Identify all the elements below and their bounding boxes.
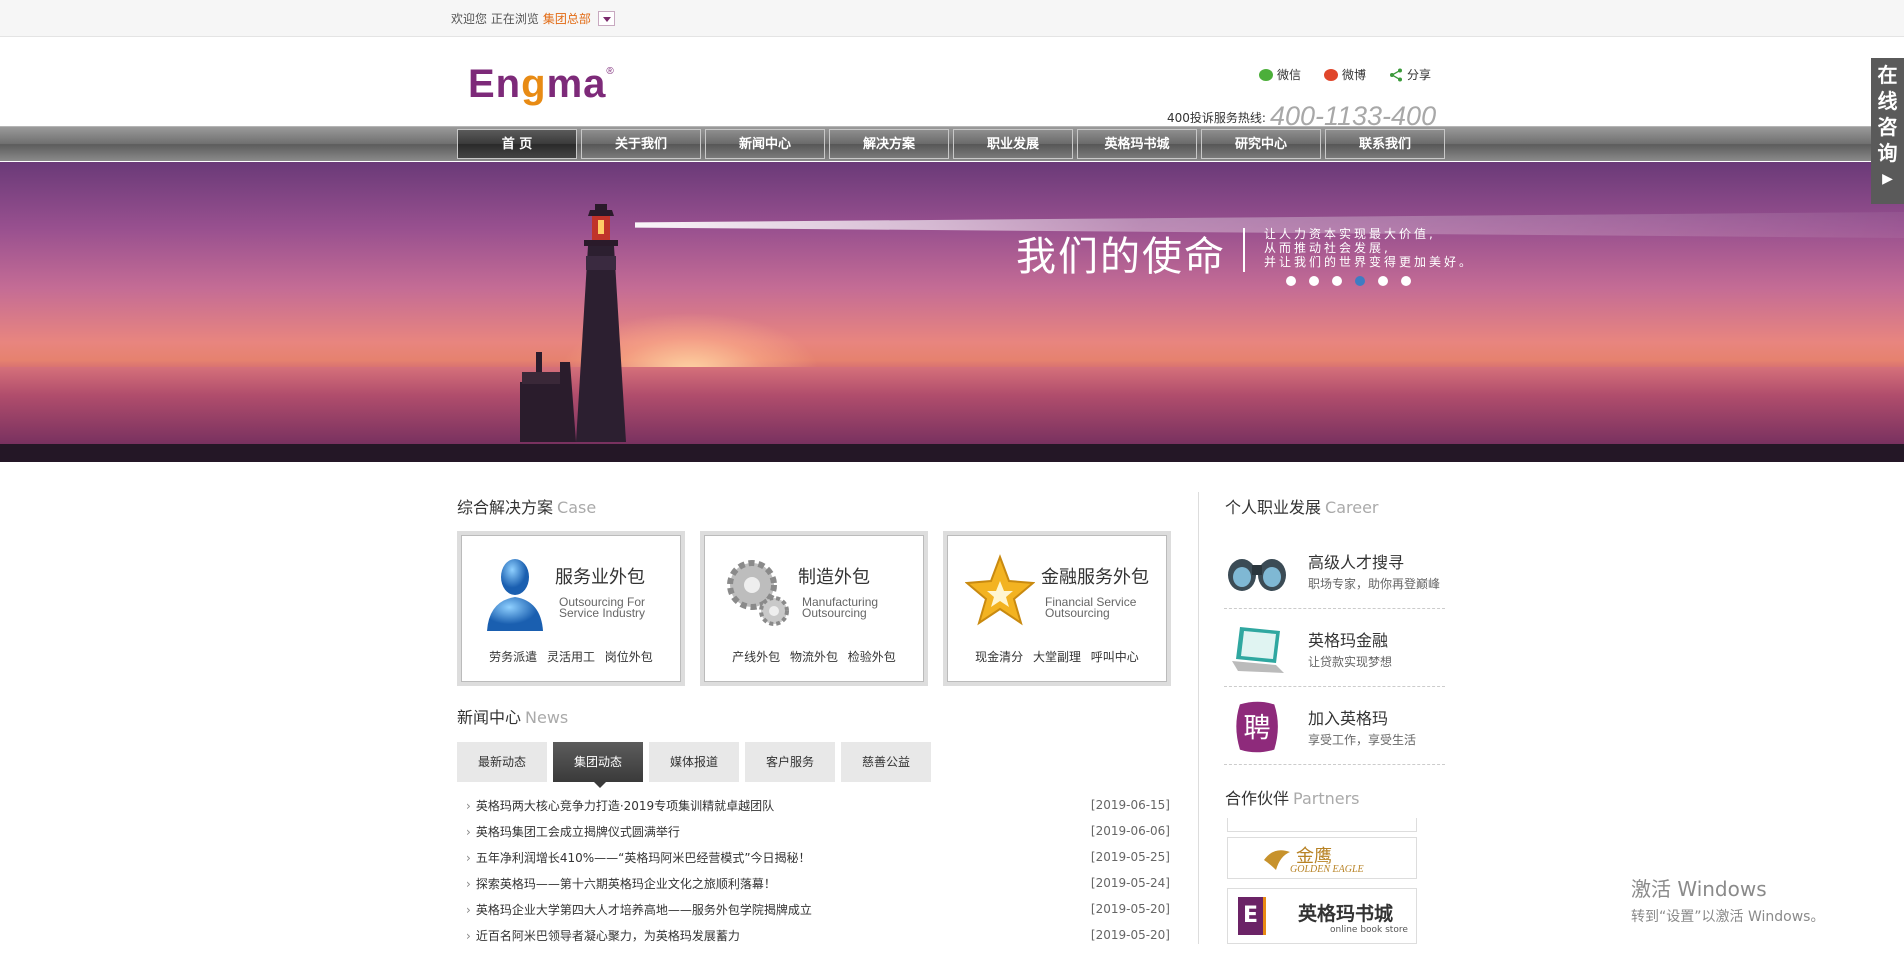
main-nav: 首 页 关于我们 新闻中心 解决方案 职业发展 英格玛书城 研究中心 联系我们 bbox=[0, 126, 1904, 161]
case-card-service[interactable]: 服务业外包 Outsourcing For Service Industry 劳务… bbox=[457, 531, 685, 686]
online-consult-button[interactable]: 在线咨询 ▶ bbox=[1871, 58, 1904, 204]
news-item[interactable]: 英格玛集团工会成立揭牌仪式圆满举行[2019-06-06] bbox=[466, 818, 1170, 844]
tab-customer[interactable]: 客户服务 bbox=[745, 742, 835, 782]
news-section-title: 新闻中心 News bbox=[457, 708, 569, 727]
nav-bookstore[interactable]: 英格玛书城 bbox=[1077, 129, 1197, 159]
slide-dot[interactable] bbox=[1332, 276, 1342, 286]
partner-bookstore[interactable]: E 英格玛书城 online book store bbox=[1227, 888, 1417, 944]
slide-dot-active[interactable] bbox=[1355, 276, 1365, 286]
slide-dot[interactable] bbox=[1378, 276, 1388, 286]
partner-golden-eagle[interactable]: 金鹰 GOLDEN EAGLE bbox=[1227, 837, 1417, 879]
share-link[interactable]: 分享 bbox=[1389, 66, 1431, 83]
hero-banner[interactable] bbox=[0, 162, 1904, 462]
site-dropdown-button[interactable] bbox=[597, 11, 615, 26]
tab-group[interactable]: 集团动态 bbox=[553, 742, 643, 788]
person-icon bbox=[487, 559, 543, 631]
news-item[interactable]: 英格玛两大核心竞争力打造·2019专项集训精就卓越团队[2019-06-15] bbox=[466, 792, 1170, 818]
engma-logo[interactable]: Engma® bbox=[468, 62, 615, 107]
recruit-seal-icon: 聘 bbox=[1236, 701, 1278, 753]
news-tabs: 最新动态 集团动态 媒体报道 客户服务 慈善公益 bbox=[457, 742, 931, 788]
career-item-join[interactable]: 聘 加入英格玛 享受工作，享受生活 bbox=[1224, 687, 1445, 765]
top-bar: 欢迎您 正在浏览 集团总部 bbox=[0, 0, 1904, 37]
bookstore-logo-icon: E bbox=[1238, 897, 1266, 935]
current-site-link[interactable]: 集团总部 bbox=[543, 10, 591, 27]
mission-subtitle: 让人力资本实现最大价值, 从而推动社会发展, 并让我们的世界变得更加美好。 bbox=[1264, 227, 1475, 269]
tab-latest[interactable]: 最新动态 bbox=[457, 742, 547, 782]
slide-dot[interactable] bbox=[1309, 276, 1319, 286]
svg-text:聘: 聘 bbox=[1244, 713, 1271, 744]
career-item-finance[interactable]: 英格玛金融 让贷款实现梦想 bbox=[1224, 609, 1445, 687]
nav-solutions[interactable]: 解决方案 bbox=[829, 129, 949, 159]
nav-contact[interactable]: 联系我们 bbox=[1325, 129, 1445, 159]
gears-icon bbox=[727, 560, 789, 626]
binoculars-icon bbox=[1228, 559, 1286, 591]
partners-section-title: 合作伙伴 Partners bbox=[1225, 789, 1360, 808]
partner-logo-partial[interactable] bbox=[1227, 818, 1417, 832]
news-item[interactable]: 近百名阿米巴领导者凝心聚力，为英格玛发展蓄力[2019-05-20] bbox=[466, 922, 1170, 948]
nav-career[interactable]: 职业发展 bbox=[953, 129, 1073, 159]
star-icon bbox=[965, 554, 1035, 626]
mission-title: 我们的使命 bbox=[1016, 234, 1226, 280]
nav-research[interactable]: 研究中心 bbox=[1201, 129, 1321, 159]
news-list: 英格玛两大核心竞争力打造·2019专项集训精就卓越团队[2019-06-15] … bbox=[466, 792, 1170, 948]
welcome-text: 欢迎您 正在浏览 bbox=[451, 12, 539, 26]
wechat-link[interactable]: 微信 bbox=[1259, 66, 1301, 83]
case-card-finance[interactable]: 金融服务外包 Financial Service Outsourcing 现金清分… bbox=[943, 531, 1171, 686]
laptop-icon bbox=[1232, 627, 1284, 673]
career-item-headhunting[interactable]: 高级人才搜寻 职场专家，助你再登巅峰 bbox=[1224, 531, 1445, 609]
weibo-link[interactable]: 微博 bbox=[1324, 66, 1366, 83]
wechat-icon bbox=[1259, 68, 1273, 81]
news-item[interactable]: 英格玛企业大学第四大人才培养高地——服务外包学院揭牌成立[2019-05-20] bbox=[466, 896, 1170, 922]
case-card-manufacturing[interactable]: 制造外包 Manufacturing Outsourcing 产线外包 物流外包 … bbox=[700, 531, 928, 686]
slide-dot[interactable] bbox=[1401, 276, 1411, 286]
tab-media[interactable]: 媒体报道 bbox=[649, 742, 739, 782]
career-section-title: 个人职业发展 Career bbox=[1225, 498, 1379, 517]
slide-dot[interactable] bbox=[1286, 276, 1296, 286]
news-item[interactable]: 五年净利润增长410%——“英格玛阿米巴经营模式”今日揭秘！[2019-05-2… bbox=[466, 844, 1170, 870]
slide-indicators bbox=[1286, 276, 1411, 286]
golden-eagle-icon bbox=[1264, 850, 1290, 870]
windows-activation-watermark: 激活 Windows 转到“设置”以激活 Windows。 bbox=[1631, 877, 1825, 925]
tab-charity[interactable]: 慈善公益 bbox=[841, 742, 931, 782]
weibo-icon bbox=[1324, 68, 1338, 81]
nav-news[interactable]: 新闻中心 bbox=[705, 129, 825, 159]
case-section-title: 综合解决方案 Case bbox=[457, 498, 597, 517]
nav-home[interactable]: 首 页 bbox=[457, 129, 577, 159]
news-item[interactable]: 探索英格玛——第十六期英格玛企业文化之旅顺利落幕！[2019-05-24] bbox=[466, 870, 1170, 896]
nav-about[interactable]: 关于我们 bbox=[581, 129, 701, 159]
share-icon bbox=[1390, 68, 1402, 81]
lighthouse-image bbox=[520, 204, 626, 442]
